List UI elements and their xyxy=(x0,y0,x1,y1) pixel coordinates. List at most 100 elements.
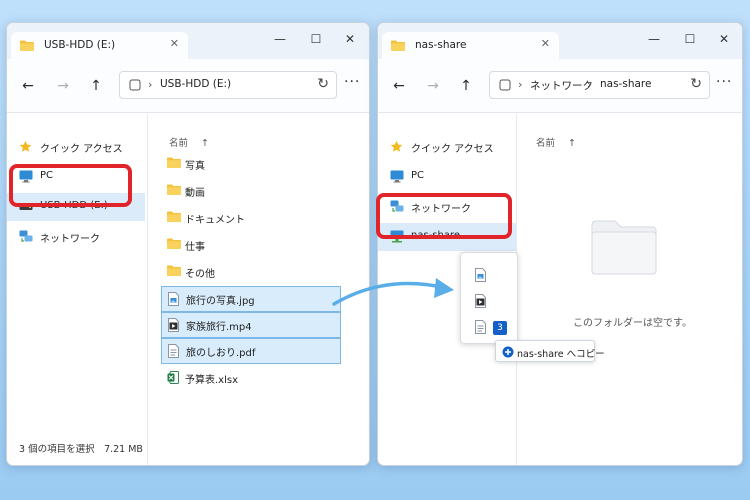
file-name: 仕事 xyxy=(185,242,205,253)
breadcrumb-item[interactable]: ネットワーク xyxy=(530,78,593,93)
up-button[interactable]: ↑ xyxy=(457,77,475,95)
sidebar-item-label: クイック アクセス xyxy=(411,144,494,155)
file-item-selected[interactable]: 旅のしおり.pdf xyxy=(161,338,341,364)
folder-icon xyxy=(167,238,181,249)
file-name: 写真 xyxy=(185,161,205,172)
drag-count-badge: 3 xyxy=(493,321,507,335)
breadcrumb-item[interactable]: USB-HDD (E:) xyxy=(160,78,231,90)
sidebar-item-quick-access[interactable]: クイック アクセス xyxy=(378,133,516,161)
file-item-folder[interactable]: その他 xyxy=(161,260,341,284)
file-name: ドキュメント xyxy=(185,215,245,226)
highlight-box-source xyxy=(9,164,132,207)
folder-icon xyxy=(20,40,34,51)
file-name: その他 xyxy=(185,269,215,280)
sidebar-item-label: PC xyxy=(411,170,425,181)
video-file-icon xyxy=(475,294,486,308)
close-button[interactable]: ✕ xyxy=(710,29,738,49)
star-icon xyxy=(19,140,32,153)
right-explorer-window: nas-share ✕ — ☐ ✕ ← → ↑ › ネットワーク › nas-s… xyxy=(377,22,743,466)
forward-button[interactable]: → xyxy=(424,77,442,95)
star-icon xyxy=(390,140,403,153)
folder-icon xyxy=(167,157,181,168)
address-bar[interactable]: › ネットワーク › nas-share ↻ xyxy=(489,71,710,99)
breadcrumb-separator: › xyxy=(518,78,523,91)
back-button[interactable]: ← xyxy=(390,77,408,95)
breadcrumb-separator: › xyxy=(587,78,592,91)
file-item-folder[interactable]: 写真 xyxy=(161,152,341,176)
empty-folder-message: このフォルダーは空です。 xyxy=(573,318,692,329)
folder-icon xyxy=(391,40,405,51)
title-bar: USB-HDD (E:) ✕ — ☐ ✕ xyxy=(7,23,369,59)
file-item-folder[interactable]: 仕事 xyxy=(161,233,341,257)
file-name: 旅行の写真.jpg xyxy=(186,296,255,307)
monitor-icon xyxy=(390,170,404,183)
network-icon xyxy=(19,230,33,243)
file-name: 予算表.xlsx xyxy=(185,375,239,386)
more-options-button[interactable]: ··· xyxy=(716,74,732,90)
breadcrumb-item[interactable]: nas-share xyxy=(600,78,651,90)
refresh-button[interactable]: ↻ xyxy=(690,76,702,92)
sidebar-item-quick-access[interactable]: クイック アクセス xyxy=(7,133,145,161)
column-header-name[interactable]: 名前 ↑ xyxy=(536,135,576,149)
drag-tooltip-text: nas-share へコピー xyxy=(517,349,605,360)
empty-folder-icon xyxy=(591,220,657,275)
file-name: 旅のしおり.pdf xyxy=(186,348,256,359)
address-bar[interactable]: › USB-HDD (E:) ↻ xyxy=(119,71,337,99)
more-options-button[interactable]: ··· xyxy=(344,74,360,90)
drag-preview-stack: 3 xyxy=(460,252,518,344)
sidebar-item-label: ネットワーク xyxy=(40,234,100,245)
image-file-icon xyxy=(475,268,486,282)
navigation-bar: ← → ↑ › USB-HDD (E:) ↻ ··· xyxy=(7,59,369,113)
folder-icon xyxy=(167,184,181,195)
folder-icon xyxy=(167,265,181,276)
status-bar-text: 3 個の項目を選択 7.21 MB xyxy=(19,444,143,455)
forward-button[interactable]: → xyxy=(54,77,72,95)
tab-nas-share[interactable]: nas-share ✕ xyxy=(382,32,559,59)
pane-divider xyxy=(147,114,148,465)
highlight-box-destination xyxy=(376,193,512,239)
sort-ascending-icon: ↑ xyxy=(201,138,210,149)
column-header-label: 名前 xyxy=(169,138,189,149)
document-file-icon xyxy=(168,344,179,358)
breadcrumb-separator: › xyxy=(148,78,153,91)
sidebar-item-pc[interactable]: PC xyxy=(378,163,516,191)
tab-close-button[interactable]: ✕ xyxy=(541,37,550,50)
sidebar-item-network[interactable]: ネットワーク xyxy=(7,223,145,251)
tab-title: USB-HDD (E:) xyxy=(44,39,116,51)
up-button[interactable]: ↑ xyxy=(87,77,105,95)
close-button[interactable]: ✕ xyxy=(336,29,364,49)
sidebar-item-label: クイック アクセス xyxy=(40,144,123,155)
video-file-icon xyxy=(168,318,179,332)
file-item-selected[interactable]: 家族旅行.mp4 xyxy=(161,312,341,338)
maximize-button[interactable]: ☐ xyxy=(676,29,704,49)
column-header-label: 名前 xyxy=(536,138,556,149)
file-name: 家族旅行.mp4 xyxy=(186,322,252,333)
title-bar: nas-share ✕ — ☐ ✕ xyxy=(378,23,742,59)
drag-tooltip: nas-share へコピー xyxy=(495,340,605,362)
file-item-folder[interactable]: ドキュメント xyxy=(161,206,341,230)
excel-file-icon xyxy=(167,371,179,384)
document-file-icon xyxy=(475,320,486,334)
file-name: 動画 xyxy=(185,188,205,199)
file-item-folder[interactable]: 動画 xyxy=(161,179,341,203)
minimize-button[interactable]: — xyxy=(266,29,294,49)
pc-icon xyxy=(499,79,511,91)
back-button[interactable]: ← xyxy=(19,77,37,95)
maximize-button[interactable]: ☐ xyxy=(302,29,330,49)
tab-title: nas-share xyxy=(415,39,467,51)
minimize-button[interactable]: — xyxy=(640,29,668,49)
sort-ascending-icon: ↑ xyxy=(568,138,577,149)
copy-plus-icon xyxy=(502,346,514,358)
left-explorer-window: USB-HDD (E:) ✕ — ☐ ✕ ← → ↑ › USB-HDD (E:… xyxy=(6,22,370,466)
pc-icon xyxy=(129,79,141,91)
file-item[interactable]: 予算表.xlsx xyxy=(161,366,341,390)
tab-usb-hdd[interactable]: USB-HDD (E:) ✕ xyxy=(11,32,188,59)
image-file-icon xyxy=(168,292,179,306)
column-header-name[interactable]: 名前 ↑ xyxy=(169,135,209,149)
file-item-selected[interactable]: 旅行の写真.jpg xyxy=(161,286,341,312)
refresh-button[interactable]: ↻ xyxy=(317,76,329,92)
drag-arrow-icon xyxy=(332,278,454,306)
folder-icon xyxy=(167,211,181,222)
tab-close-button[interactable]: ✕ xyxy=(170,37,179,50)
navigation-bar: ← → ↑ › ネットワーク › nas-share ↻ ··· xyxy=(378,59,742,113)
